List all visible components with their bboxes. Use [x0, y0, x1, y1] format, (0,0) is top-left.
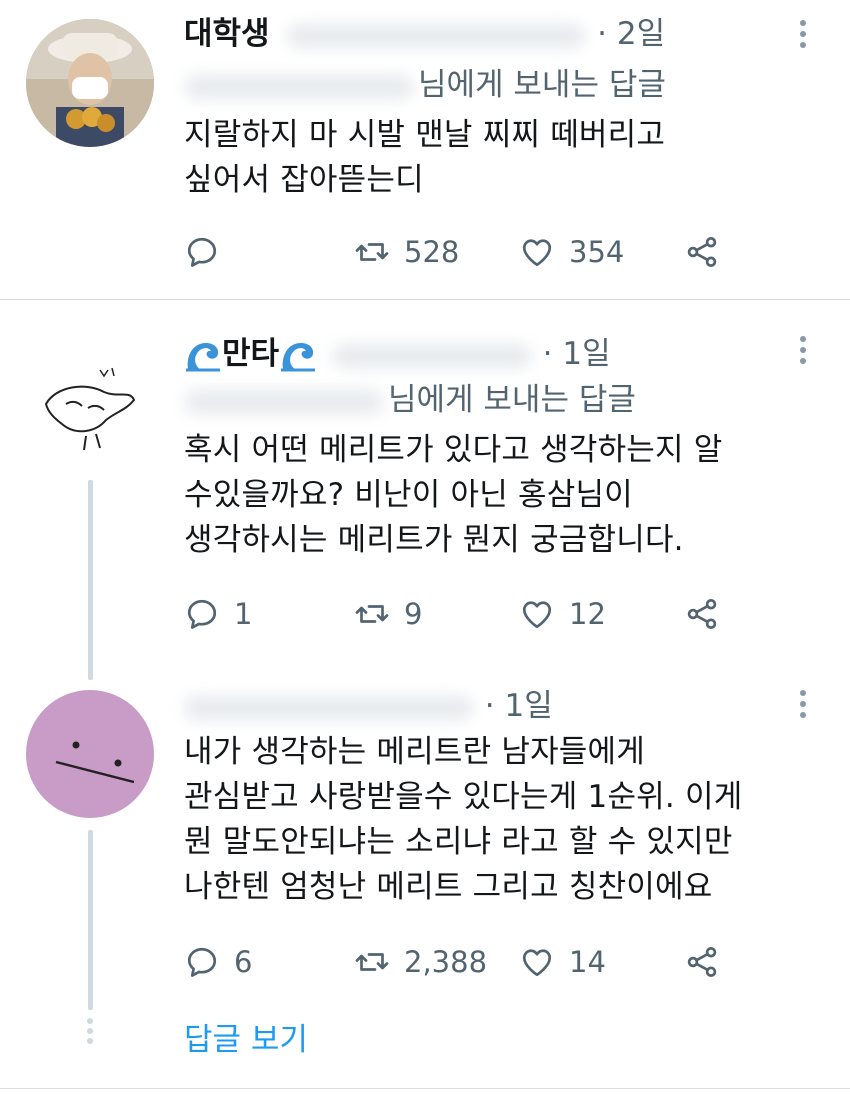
like-button[interactable]: 14 [519, 942, 606, 982]
reply-count: 6 [234, 945, 253, 979]
like-button[interactable]: 12 [519, 594, 606, 634]
like-button[interactable]: 354 [519, 232, 624, 272]
reply-to-handle-redacted[interactable] [184, 388, 384, 415]
retweet-icon [354, 234, 390, 270]
like-count: 12 [569, 597, 606, 631]
wave-emoji-icon [184, 339, 222, 373]
tweet-2[interactable]: 만타 · 1일 님에게 보내는 답글 혹시 어떤 메리트가 있다고 생각하는지 … [0, 300, 850, 680]
reply-count: 1 [234, 597, 253, 631]
share-button[interactable] [684, 942, 720, 982]
reply-to-line: 님에게 보내는 답글 [184, 380, 636, 420]
thread-line [88, 480, 93, 680]
author-name[interactable]: 대학생 [184, 16, 270, 52]
tweet-text: 혹시 어떤 메리트가 있다고 생각하는지 알 수있을까요? 비난이 아닌 홍삼님… [184, 432, 723, 558]
like-icon [519, 234, 555, 270]
author-row: 대학생 · 2일 [184, 14, 665, 54]
action-bar: 6 2,388 14 [184, 942, 744, 982]
thread-continuation-dots [87, 1018, 95, 1044]
like-count: 354 [569, 235, 625, 269]
reply-button[interactable] [184, 232, 234, 272]
like-icon [519, 944, 555, 980]
reply-to-line: 님에게 보내는 답글 [184, 65, 666, 105]
avatar-drawing [44, 367, 136, 451]
tweet-text: 내가 생각하는 메리트란 남자들에게 관심받고 사랑받을수 있다는게 1순위. … [184, 734, 743, 905]
tweet-3[interactable]: · 1일 내가 생각하는 메리트란 남자들에게 관심받고 사랑받을수 있다는게 … [0, 670, 850, 1010]
share-icon [684, 944, 720, 980]
avatar-photo [26, 19, 154, 147]
share-icon [684, 234, 720, 270]
reply-to-handle-redacted[interactable] [184, 73, 414, 100]
divider [0, 1088, 850, 1089]
tweet-text: 지랄하지 마 시발 맨날 찌찌 떼버리고 싶어서 잡아뜯는디 [184, 117, 666, 198]
retweet-button[interactable]: 528 [354, 232, 459, 272]
reply-icon [184, 234, 220, 270]
retweet-icon [354, 596, 390, 632]
timestamp[interactable]: · 1일 [543, 336, 611, 372]
retweet-count: 528 [404, 235, 460, 269]
retweet-button[interactable]: 2,388 [354, 942, 487, 982]
view-replies-link[interactable]: 답글 보기 [184, 1014, 308, 1059]
reply-icon [184, 944, 220, 980]
author-name[interactable]: 만타 [222, 336, 279, 372]
reply-icon [184, 596, 220, 632]
timestamp[interactable]: · 2일 [597, 16, 665, 52]
avatar[interactable] [26, 690, 154, 818]
like-count: 14 [569, 945, 606, 979]
retweet-button[interactable]: 9 [354, 594, 422, 634]
tweet-1[interactable]: 대학생 · 2일 님에게 보내는 답글 지랄하지 마 시발 맨날 찌찌 떼버리고… [0, 0, 850, 299]
author-handle-redacted [184, 694, 474, 721]
more-icon[interactable] [800, 20, 808, 53]
more-icon[interactable] [800, 336, 808, 369]
retweet-icon [354, 944, 390, 980]
retweet-count: 9 [404, 597, 423, 631]
share-button[interactable] [684, 594, 720, 634]
action-bar: 1 9 12 [184, 594, 744, 634]
author-handle-redacted [331, 342, 532, 369]
timestamp[interactable]: · 1일 [485, 688, 553, 724]
like-icon [519, 596, 555, 632]
reply-to-label: 님에게 보내는 답글 [418, 67, 666, 103]
reply-button[interactable]: 6 [184, 942, 252, 982]
author-row: · 1일 [184, 686, 553, 726]
author-handle-redacted [286, 22, 587, 49]
avatar[interactable] [26, 340, 154, 468]
retweet-count: 2,388 [404, 945, 488, 979]
more-icon[interactable] [800, 690, 808, 723]
author-row: 만타 · 1일 [184, 334, 611, 374]
avatar[interactable] [26, 19, 154, 147]
neutral-face-icon [55, 741, 135, 784]
share-button[interactable] [684, 232, 720, 272]
reply-to-label: 님에게 보내는 답글 [388, 382, 636, 418]
share-icon [684, 596, 720, 632]
action-bar: 528 354 [184, 232, 744, 272]
reply-button[interactable]: 1 [184, 594, 252, 634]
wave-emoji-icon [279, 339, 317, 373]
thread-line [88, 830, 93, 1010]
